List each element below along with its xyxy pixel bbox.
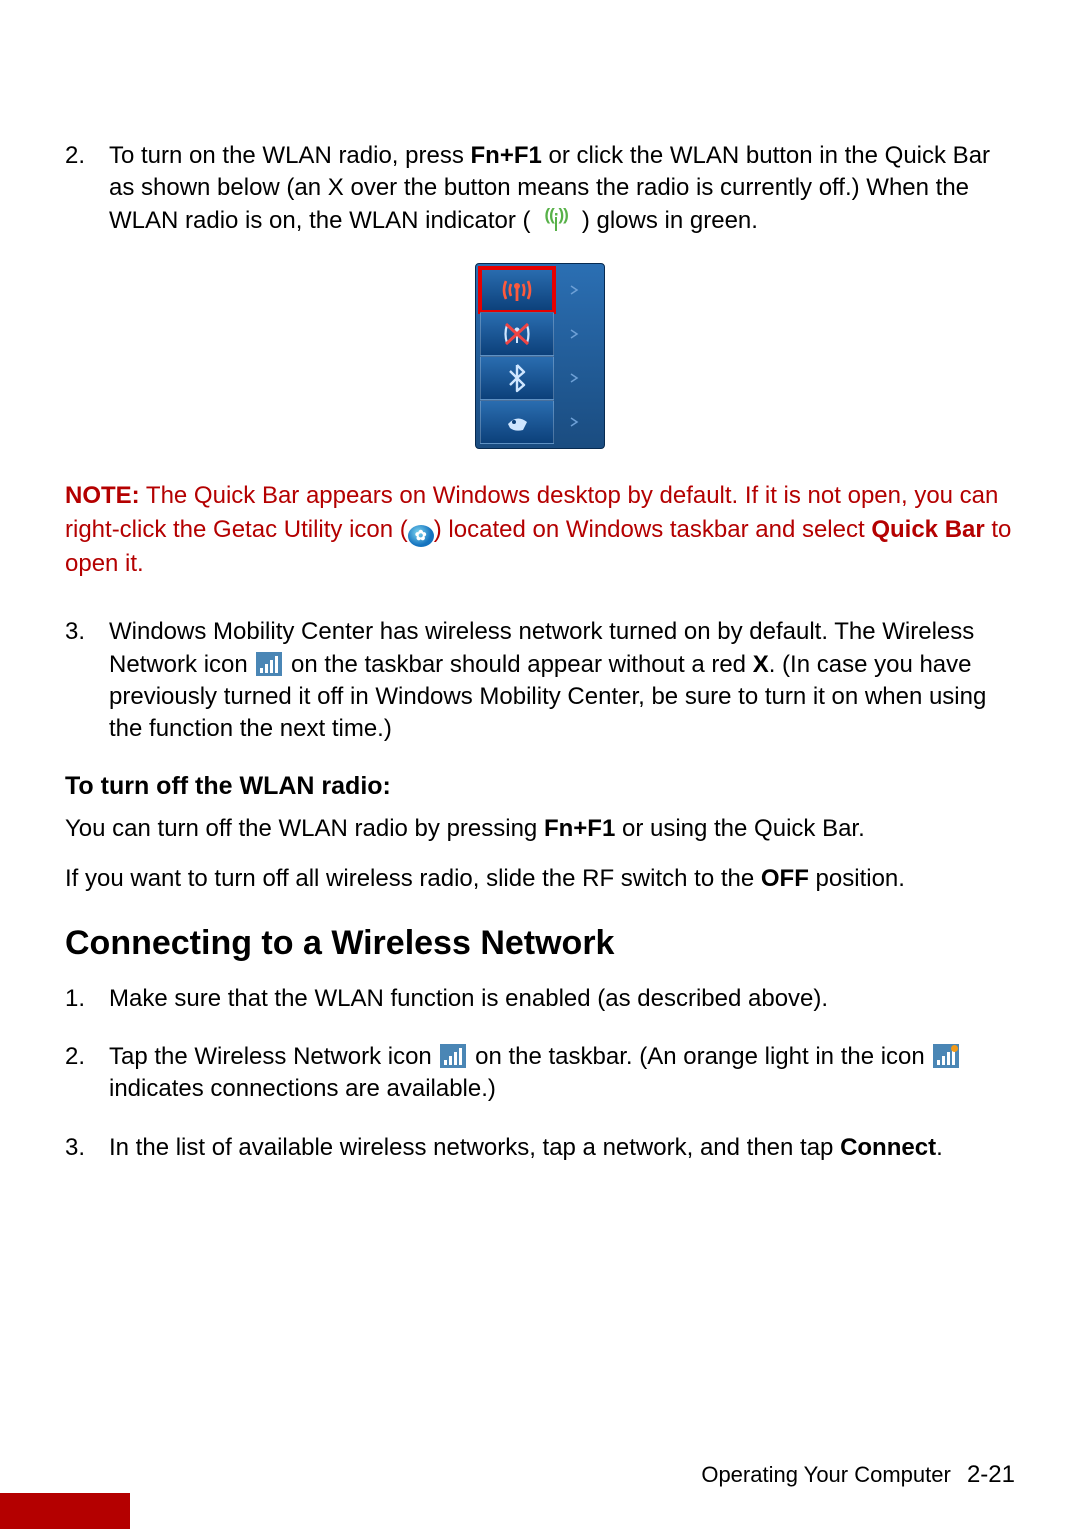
quickbar-row-bluetooth [480, 356, 600, 400]
step-2: 2. To turn on the WLAN radio, press Fn+F… [65, 140, 1015, 237]
note-label: NOTE: [65, 482, 140, 509]
step-body: Tap the Wireless Network icon on the tas… [109, 1041, 1015, 1106]
chevron-right-icon [569, 285, 579, 295]
step-number: 2. [65, 1041, 109, 1106]
quickbar-expand-button[interactable] [554, 313, 594, 355]
text: In the list of available wireless networ… [109, 1134, 840, 1161]
text: indicates connections are available.) [109, 1075, 496, 1102]
connect-step-3: 3. In the list of available wireless net… [65, 1132, 1015, 1164]
quickbar-wlan-button[interactable] [480, 268, 554, 312]
off-bold: OFF [761, 865, 809, 892]
text: position. [809, 865, 905, 892]
key-combo: Fn+F1 [544, 815, 615, 842]
chapter-name: Operating Your Computer [701, 1462, 951, 1487]
step-body: Windows Mobility Center has wireless net… [109, 616, 1015, 746]
quickbar-gps-button[interactable] [480, 400, 554, 444]
step-3: 3. Windows Mobility Center has wireless … [65, 616, 1015, 746]
chevron-right-icon [569, 417, 579, 427]
paragraph: You can turn off the WLAN radio by press… [65, 813, 1015, 845]
text: . [936, 1134, 943, 1161]
getac-utility-icon: ✿ [408, 525, 434, 547]
quickbar-bluetooth-button[interactable] [480, 356, 554, 400]
quickbar-row-wlan [480, 268, 600, 312]
quickbar-expand-button[interactable] [554, 269, 594, 311]
text: ) located on Windows taskbar and select [434, 516, 872, 543]
text: You can turn off the WLAN radio by press… [65, 815, 544, 842]
wlan-indicator-icon [539, 206, 573, 234]
subheading-turn-off: To turn off the WLAN radio: [65, 772, 1015, 801]
page-number: 2-21 [967, 1461, 1015, 1488]
step-body: In the list of available wireless networ… [109, 1132, 1015, 1164]
text: Tap the Wireless Network icon [109, 1043, 438, 1070]
note-block: NOTE: The Quick Bar appears on Windows d… [65, 479, 1015, 580]
satellite-icon [503, 408, 531, 436]
text: on the taskbar should appear without a r… [284, 651, 752, 678]
connect-step-2: 2. Tap the Wireless Network icon on the … [65, 1041, 1015, 1106]
step-number: 3. [65, 616, 109, 746]
paragraph: If you want to turn off all wireless rad… [65, 863, 1015, 895]
text: If you want to turn off all wireless rad… [65, 865, 761, 892]
quickbar-wwan-button[interactable] [480, 312, 554, 356]
text: or using the Quick Bar. [615, 815, 864, 842]
connect-step-1: 1. Make sure that the WLAN function is e… [65, 983, 1015, 1015]
decorative-bar [0, 1493, 130, 1529]
step-body: Make sure that the WLAN function is enab… [109, 983, 1015, 1015]
quickbar-figure [475, 263, 605, 449]
chevron-right-icon [569, 329, 579, 339]
wifi-antenna-icon [500, 275, 534, 305]
connect-bold: Connect [840, 1134, 936, 1161]
text: To turn on the WLAN radio, press [109, 142, 471, 169]
x-bold: X [753, 651, 769, 678]
manual-page: 2. To turn on the WLAN radio, press Fn+F… [0, 0, 1080, 1529]
wireless-network-available-icon [933, 1044, 959, 1068]
wireless-network-icon [256, 652, 282, 676]
step-number: 1. [65, 983, 109, 1015]
text: ) glows in green. [582, 207, 758, 234]
key-combo: Fn+F1 [471, 142, 542, 169]
wwan-off-icon [501, 319, 533, 349]
wireless-network-icon [440, 1044, 466, 1068]
quick-bar-bold: Quick Bar [871, 516, 984, 543]
bluetooth-icon [506, 363, 528, 393]
page-footer: Operating Your Computer 2-21 [701, 1461, 1015, 1489]
quickbar-row-gps [480, 400, 600, 444]
step-number: 3. [65, 1132, 109, 1164]
chevron-right-icon [569, 373, 579, 383]
section-heading: Connecting to a Wireless Network [65, 924, 1015, 963]
step-body: To turn on the WLAN radio, press Fn+F1 o… [109, 140, 1015, 237]
quickbar-expand-button[interactable] [554, 357, 594, 399]
quickbar-row-wwan [480, 312, 600, 356]
quickbar-expand-button[interactable] [554, 401, 594, 443]
step-number: 2. [65, 140, 109, 237]
text: on the taskbar. (An orange light in the … [468, 1043, 931, 1070]
